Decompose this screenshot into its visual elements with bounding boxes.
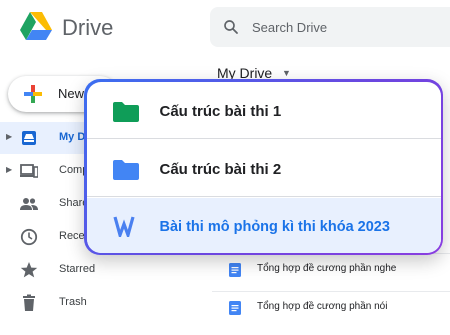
popup-item-folder-1[interactable]: Cấu trúc bài thi 1 [86, 82, 441, 139]
folder-icon [112, 159, 139, 180]
highlight-popup: Cấu trúc bài thi 1 Cấu trúc bài thi 2 Bà… [84, 79, 443, 255]
drive-logo-icon[interactable] [20, 10, 52, 42]
popup-item-label: Bài thi mô phỏng kì thi khóa 2023 [159, 218, 390, 235]
app-brand: Drive [62, 15, 114, 40]
file-row[interactable]: Tổng hợp đề cương phần nghe [212, 253, 450, 285]
star-icon [20, 262, 38, 278]
file-name: Tổng hợp đề cương phần nghe [257, 263, 397, 274]
expand-caret-icon[interactable]: ▶ [6, 132, 12, 141]
shared-icon [20, 198, 38, 210]
sidebar-item-label: Trash [59, 296, 87, 308]
search-bar[interactable] [210, 7, 450, 47]
popup-item-folder-2[interactable]: Cấu trúc bài thi 2 [86, 140, 441, 197]
word-doc-icon [112, 216, 135, 237]
search-icon[interactable] [222, 18, 240, 36]
file-row[interactable]: Tổng hợp đề cương phần nói [212, 291, 450, 323]
sidebar-item-trash[interactable]: Trash [0, 287, 210, 319]
expand-caret-icon[interactable]: ▶ [6, 165, 12, 174]
trash-icon [23, 294, 35, 311]
popup-item-label: Cấu trúc bài thi 2 [159, 160, 282, 178]
plus-icon [24, 85, 42, 103]
search-input[interactable] [252, 7, 442, 47]
popup-item-label: Cấu trúc bài thi 1 [159, 102, 282, 120]
top-bar: Drive [0, 0, 450, 58]
file-name: Tổng hợp đề cương phần nói [257, 301, 388, 312]
chevron-down-icon[interactable]: ▼ [282, 68, 291, 78]
new-button-label: New [58, 86, 85, 101]
clock-icon [20, 228, 38, 246]
computer-icon [20, 164, 38, 178]
popup-body: Cấu trúc bài thi 1 Cấu trúc bài thi 2 Bà… [86, 81, 441, 253]
sidebar-item-label: Starred [59, 263, 96, 275]
popup-item-document[interactable]: Bài thi mô phỏng kì thi khóa 2023 [86, 197, 441, 253]
folder-icon [112, 101, 139, 122]
sidebar-item-starred[interactable]: Starred [0, 254, 210, 286]
my-drive-icon [22, 131, 36, 145]
doc-icon [229, 263, 241, 277]
doc-icon [229, 301, 241, 315]
